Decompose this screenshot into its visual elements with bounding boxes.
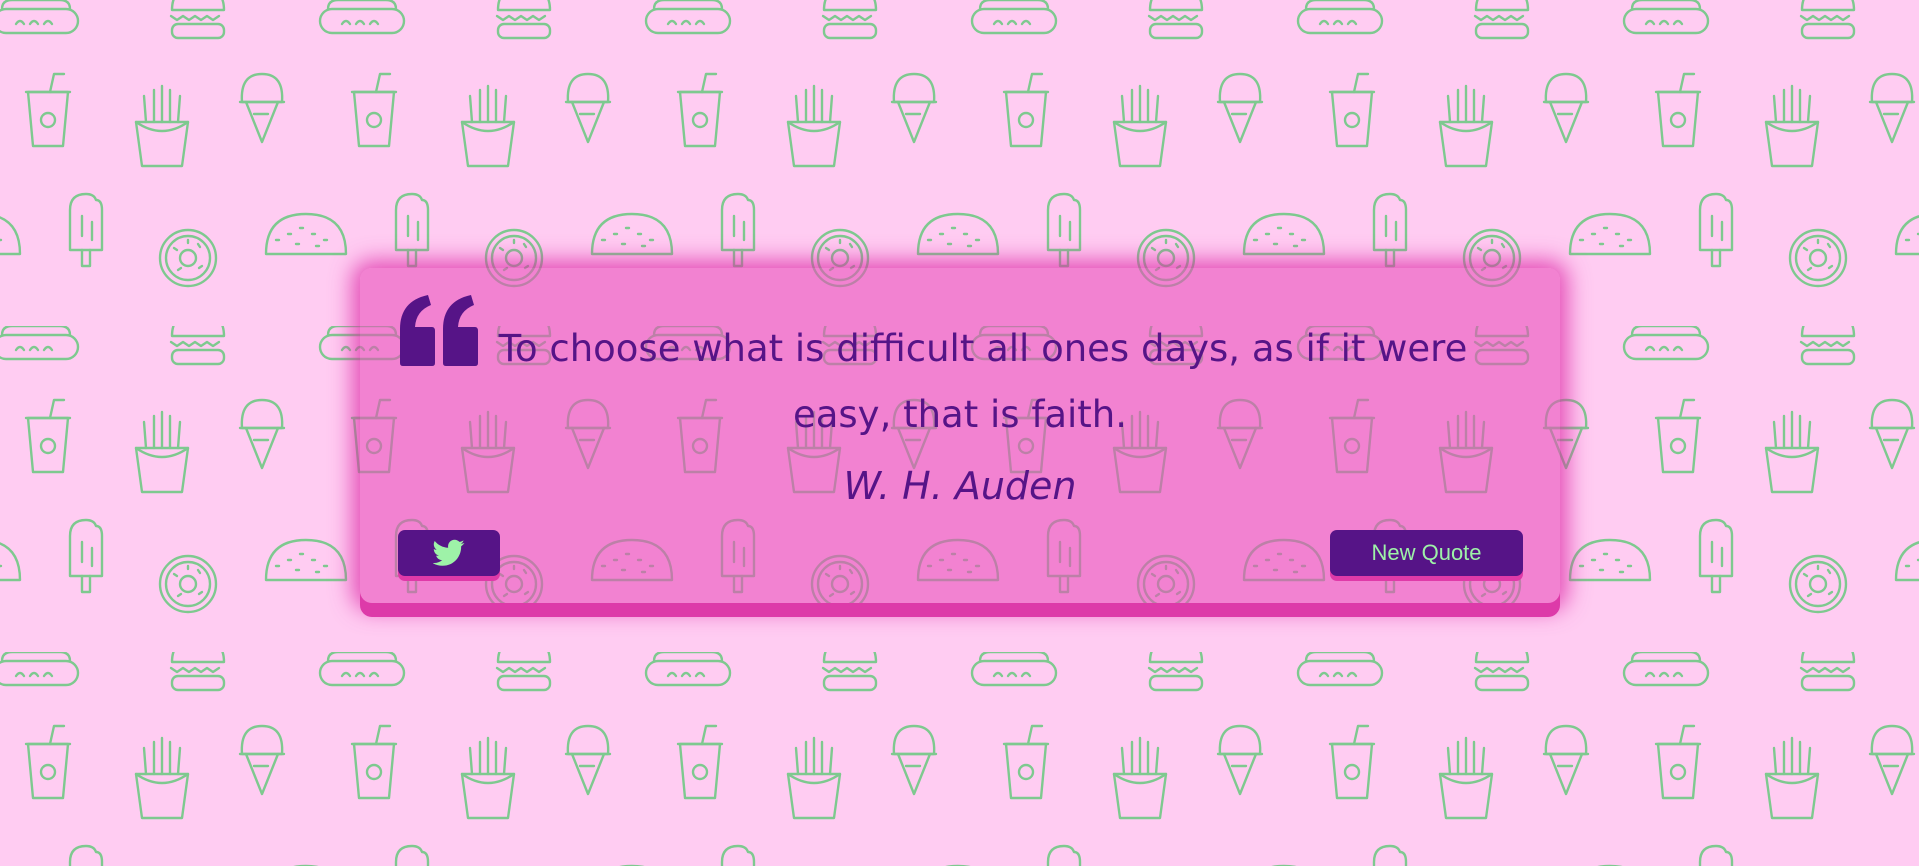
quote-text: To choose what is difficult all ones day… — [498, 327, 1468, 436]
new-quote-button[interactable]: New Quote — [1330, 530, 1523, 576]
twitter-icon — [433, 539, 465, 566]
quote-card: To choose what is difficult all ones day… — [360, 268, 1560, 603]
tweet-quote-button[interactable] — [398, 530, 500, 576]
quote-author: W. H. Auden — [843, 464, 1077, 508]
